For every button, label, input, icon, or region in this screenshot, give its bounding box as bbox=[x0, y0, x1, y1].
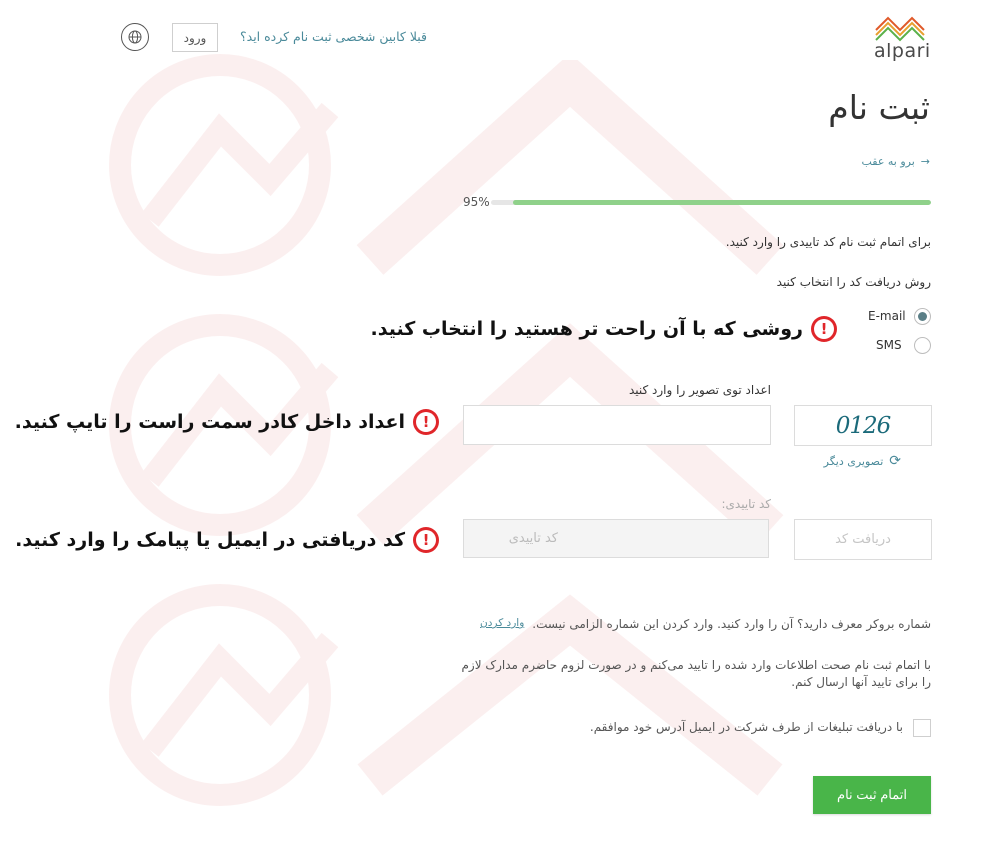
sms-radio-label: SMS bbox=[876, 338, 902, 352]
captcha-hint-text: اعداد داخل کادر سمت راست را تایپ کنید. bbox=[14, 411, 405, 433]
progress-fill bbox=[513, 200, 931, 205]
code-hint: ! کد دریافتی در ایمیل یا پیامک را وارد ک… bbox=[15, 527, 439, 553]
warning-icon: ! bbox=[413, 527, 439, 553]
progress-percent: 95% bbox=[463, 195, 490, 209]
captcha-image: 0126 bbox=[794, 405, 932, 446]
refresh-icon: ⟳ bbox=[889, 453, 901, 469]
radio-selected-dot bbox=[918, 312, 927, 321]
sms-radio[interactable] bbox=[914, 337, 931, 354]
referral-text: شماره بروکر معرف دارید؟ آن را وارد کنید.… bbox=[532, 617, 931, 631]
promo-checkbox-label: با دریافت تبلیغات از طرف شرکت در ایمیل آ… bbox=[589, 720, 903, 734]
alpari-logo-icon bbox=[875, 16, 925, 42]
method-label: روش دریافت کد را انتخاب کنید bbox=[776, 275, 931, 289]
method-hint: ! روشی که با آن راحت تر هستید را انتخاب … bbox=[370, 316, 837, 342]
progress-bar bbox=[491, 200, 931, 205]
watermark-logo bbox=[109, 54, 339, 276]
instruction-text: برای اتمام ثبت نام کد تاییدی را وارد کنی… bbox=[725, 235, 931, 249]
warning-icon: ! bbox=[413, 409, 439, 435]
email-radio-label: E-mail bbox=[868, 309, 906, 323]
code-hint-text: کد دریافتی در ایمیل یا پیامک را وارد کنی… bbox=[15, 529, 405, 551]
email-radio[interactable] bbox=[914, 308, 931, 325]
referral-row: شماره بروکر معرف دارید؟ آن را وارد کنید.… bbox=[480, 617, 931, 631]
captcha-label: اعداد توی تصویر را وارد کنید bbox=[628, 383, 771, 397]
captcha-hint: ! اعداد داخل کادر سمت راست را تایپ کنید. bbox=[15, 409, 439, 435]
get-code-button[interactable]: دریافت کد bbox=[794, 519, 932, 560]
promo-checkbox[interactable] bbox=[913, 719, 931, 737]
referral-link[interactable]: وارد کردن bbox=[480, 617, 524, 631]
method-hint-text: روشی که با آن راحت تر هستید را انتخاب کن… bbox=[370, 318, 804, 340]
code-label: کد تاییدی: bbox=[721, 497, 771, 511]
captcha-image-text: 0126 bbox=[835, 412, 892, 439]
logo-text: alpari bbox=[874, 40, 931, 62]
code-input[interactable]: کد تاییدی bbox=[463, 519, 769, 558]
warning-icon: ! bbox=[811, 316, 837, 342]
login-button[interactable]: ورود bbox=[172, 23, 218, 52]
back-link[interactable]: → برو به عقب bbox=[861, 155, 930, 168]
refresh-label: تصویری دیگر bbox=[823, 454, 884, 468]
captcha-refresh-link[interactable]: ⟳ تصویری دیگر bbox=[824, 453, 901, 469]
back-link-label: برو به عقب bbox=[861, 155, 915, 168]
arrow-right-icon: → bbox=[920, 155, 930, 168]
terms-text: با اتمام ثبت نام صحت اطلاعات وارد شده را… bbox=[461, 658, 931, 689]
page-title: ثبت نام bbox=[828, 88, 930, 127]
captcha-input[interactable] bbox=[463, 405, 771, 445]
already-registered-link[interactable]: قبلا کابین شخصی ثبت نام کرده اید؟ bbox=[240, 29, 427, 44]
language-button[interactable] bbox=[121, 23, 149, 51]
submit-button[interactable]: اتمام ثبت نام bbox=[813, 776, 931, 814]
watermark-logo bbox=[109, 584, 339, 806]
globe-icon bbox=[128, 30, 142, 44]
